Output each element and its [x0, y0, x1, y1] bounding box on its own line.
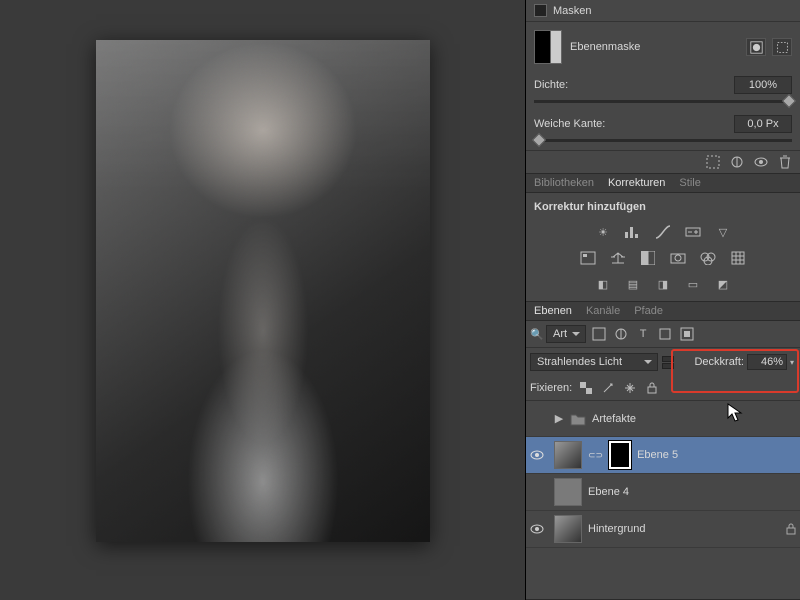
layer-name[interactable]: Ebene 4: [588, 486, 629, 498]
adj-threshold-icon[interactable]: ◨: [653, 275, 673, 293]
layer-name[interactable]: Artefakte: [592, 413, 636, 425]
density-label: Dichte:: [534, 79, 568, 91]
folder-icon: [570, 412, 586, 426]
adj-levels-icon[interactable]: [623, 223, 643, 241]
filter-pixel-icon[interactable]: [590, 325, 608, 343]
blend-stepper[interactable]: [662, 356, 674, 369]
opacity-value[interactable]: 46%: [747, 354, 787, 370]
lock-icon: [786, 523, 796, 535]
masks-panel: Masken Ebenenmaske Dichte: 100% Weiche K…: [526, 0, 800, 174]
blend-mode-dropdown[interactable]: Strahlendes Licht: [530, 353, 658, 371]
tab-layers[interactable]: Ebenen: [534, 305, 572, 317]
layer-name[interactable]: Hintergrund: [588, 523, 645, 535]
adj-photofilter-icon[interactable]: [668, 249, 688, 267]
lock-transparent-icon[interactable]: [578, 380, 594, 396]
visibility-toggle[interactable]: [530, 524, 548, 534]
document-canvas[interactable]: [96, 40, 430, 542]
adj-curves-icon[interactable]: [653, 223, 673, 241]
masks-title: Masken: [553, 5, 592, 17]
lock-pixels-icon[interactable]: [600, 380, 616, 396]
tab-libraries[interactable]: Bibliotheken: [534, 177, 594, 189]
feather-value[interactable]: 0,0 Px: [734, 115, 792, 133]
adj-selcolor-icon[interactable]: ◩: [713, 275, 733, 293]
filter-smart-icon[interactable]: [678, 325, 696, 343]
filter-search-icon[interactable]: 🔍: [530, 328, 542, 341]
layer-row-selected[interactable]: ⊂⊃ Ebene 5: [526, 437, 800, 474]
lock-all-icon[interactable]: [644, 380, 660, 396]
adj-hue-icon[interactable]: [578, 249, 598, 267]
adj-brightness-icon[interactable]: ☀: [593, 223, 613, 241]
opacity-label: Deckkraft:: [694, 356, 744, 368]
filter-kind-dropdown[interactable]: Art: [546, 325, 586, 343]
right-panels: Masken Ebenenmaske Dichte: 100% Weiche K…: [525, 0, 800, 600]
mask-thumbnail[interactable]: [609, 441, 631, 469]
mask-thumbnail[interactable]: [534, 30, 562, 64]
layer-row-background[interactable]: Hintergrund: [526, 511, 800, 548]
expand-chevron-icon[interactable]: ▶: [554, 412, 564, 425]
filter-shape-icon[interactable]: [656, 325, 674, 343]
link-icon[interactable]: ⊂⊃: [588, 450, 603, 461]
lock-position-icon[interactable]: [622, 380, 638, 396]
mask-invert-icon[interactable]: [730, 155, 744, 169]
filter-adjust-icon[interactable]: [612, 325, 630, 343]
layer-thumbnail[interactable]: [554, 515, 582, 543]
layers-panel: Ebenen Kanäle Pfade 🔍 Art T Strahlendes …: [526, 302, 800, 600]
tab-adjustments[interactable]: Korrekturen: [608, 177, 665, 189]
add-adjustment-label: Korrektur hinzufügen: [534, 199, 792, 217]
visibility-toggle[interactable]: [530, 450, 548, 460]
mask-select-icon[interactable]: [706, 155, 720, 169]
density-slider[interactable]: [534, 100, 792, 103]
tab-styles[interactable]: Stile: [679, 177, 700, 189]
layer-row[interactable]: Ebene 4: [526, 474, 800, 511]
layer-thumbnail[interactable]: [554, 441, 582, 469]
layer-name[interactable]: Ebene 5: [637, 449, 678, 461]
mask-visibility-icon[interactable]: [754, 155, 768, 169]
layer-row-group[interactable]: ▶ Artefakte: [526, 401, 800, 437]
adj-invert-icon[interactable]: ◧: [593, 275, 613, 293]
adj-exposure-icon[interactable]: [683, 223, 703, 241]
adj-bw-icon[interactable]: [638, 249, 658, 267]
tab-paths[interactable]: Pfade: [634, 305, 663, 317]
adj-vibrance-icon[interactable]: ▽: [713, 223, 733, 241]
adj-mixer-icon[interactable]: [698, 249, 718, 267]
layer-list: ▶ Artefakte ⊂⊃ Ebene 5 Ebene 4 Hintergru…: [526, 401, 800, 548]
adj-gradmap-icon[interactable]: ▭: [683, 275, 703, 293]
pixel-mask-button[interactable]: [746, 38, 766, 56]
density-value[interactable]: 100%: [734, 76, 792, 94]
adj-posterize-icon[interactable]: ▤: [623, 275, 643, 293]
adjustments-panel: Bibliotheken Korrekturen Stile Korrektur…: [526, 174, 800, 302]
filter-type-icon[interactable]: T: [634, 325, 652, 343]
layer-thumbnail[interactable]: [554, 478, 582, 506]
adj-lookup-icon[interactable]: [728, 249, 748, 267]
vector-mask-button[interactable]: [772, 38, 792, 56]
masks-icon: [534, 4, 547, 17]
mask-delete-icon[interactable]: [778, 155, 792, 169]
feather-label: Weiche Kante:: [534, 118, 605, 130]
opacity-chevron-icon[interactable]: ▾: [790, 358, 794, 367]
feather-slider[interactable]: [534, 139, 792, 142]
lock-label: Fixieren:: [530, 382, 572, 394]
adj-balance-icon[interactable]: [608, 249, 628, 267]
tab-channels[interactable]: Kanäle: [586, 305, 620, 317]
canvas-area: [0, 0, 525, 600]
mask-name: Ebenenmaske: [570, 41, 640, 53]
